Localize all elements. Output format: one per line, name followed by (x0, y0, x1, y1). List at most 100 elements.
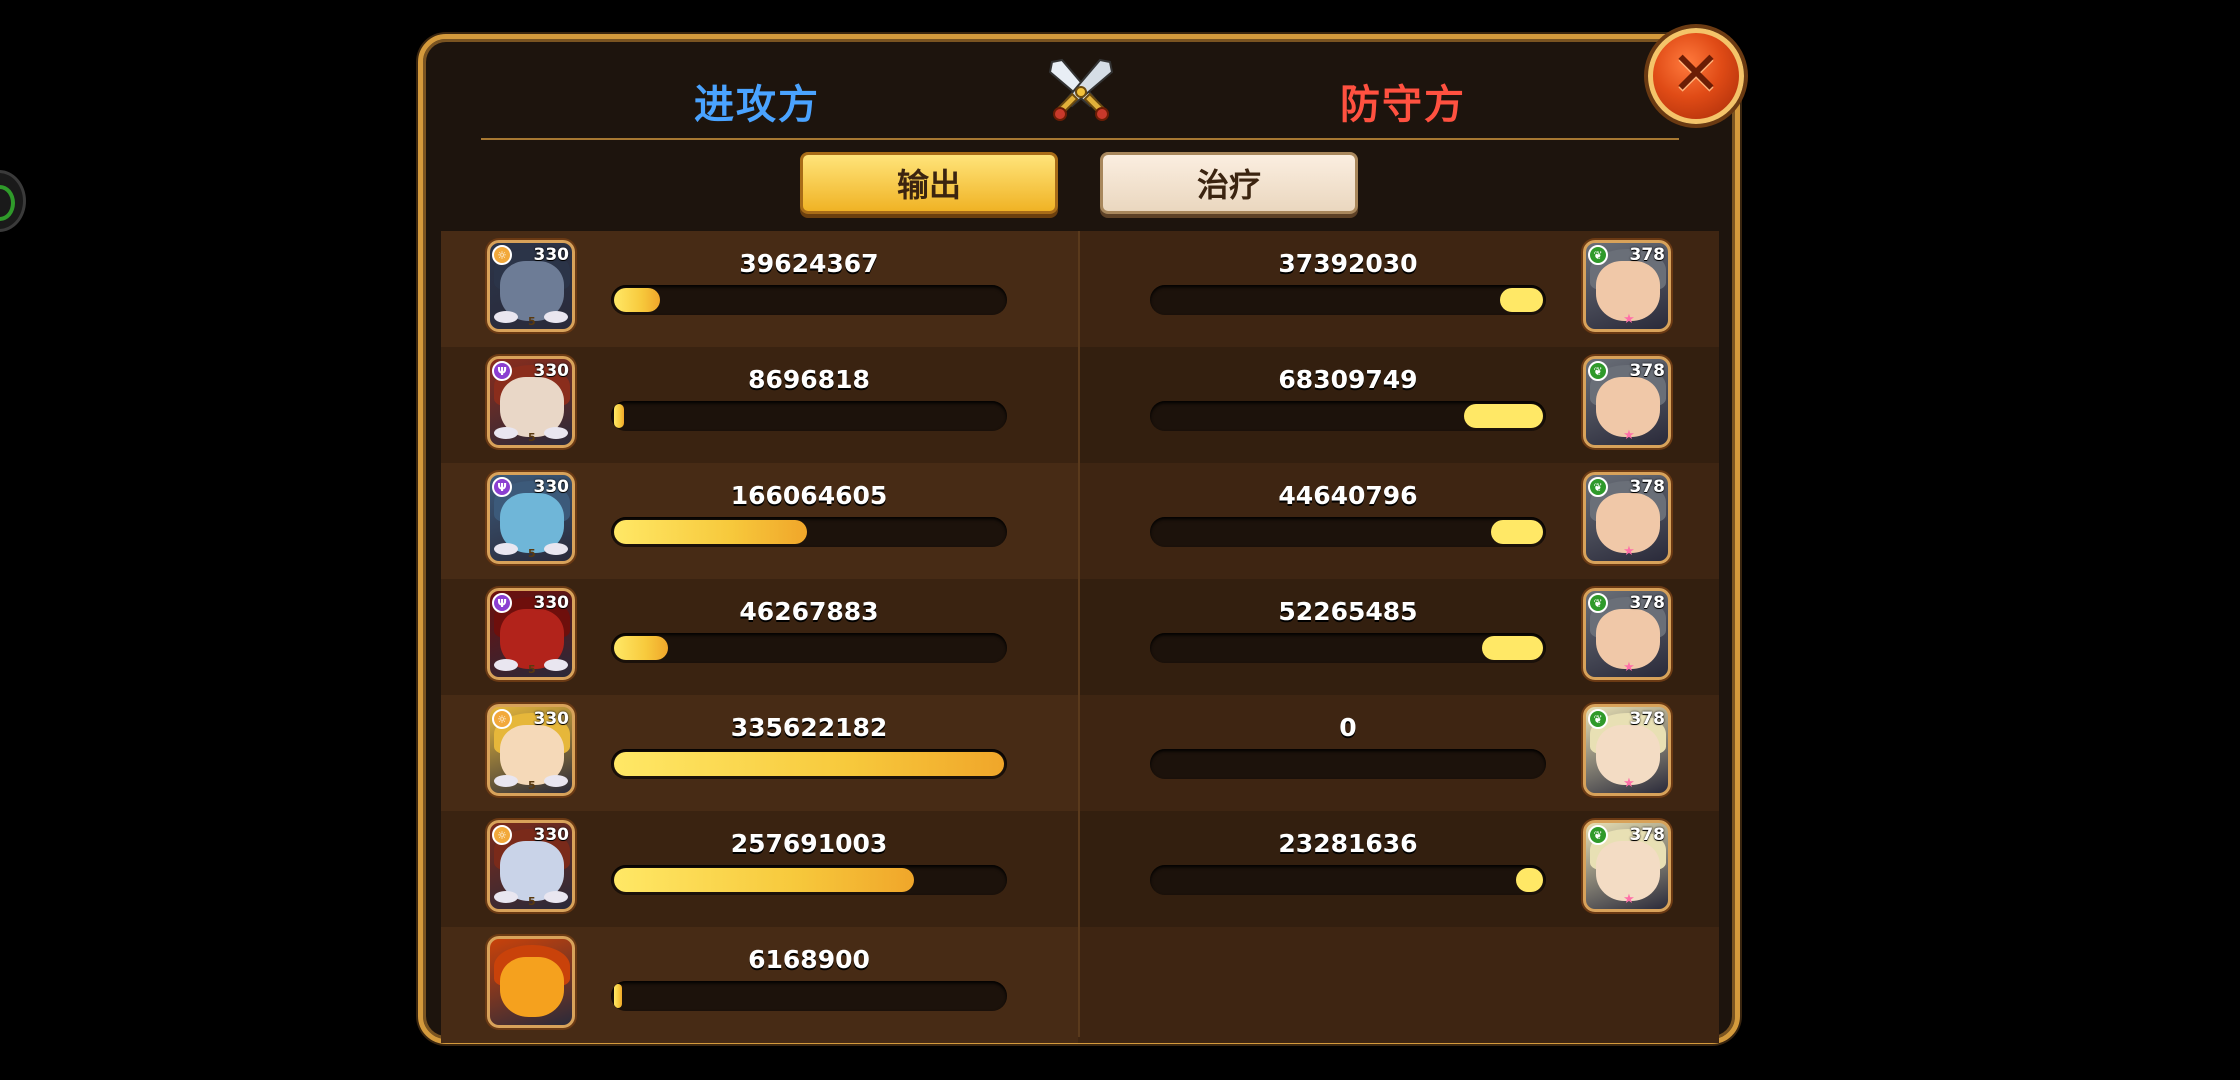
attacker-damage-value: 335622182 (730, 713, 888, 742)
attacker-damage-bar (611, 401, 1007, 431)
attacker-portrait[interactable]: Ψ 330 5 (487, 356, 575, 448)
side-floating-button[interactable] (0, 170, 26, 232)
table-row: Ψ 330 5 8696818 68309749 ❦ 378 ★ (441, 347, 1719, 463)
damage-bar-fill (614, 636, 668, 660)
hero-level: 330 (533, 477, 570, 497)
damage-bar-fill (614, 868, 914, 892)
defender-title: 防守方 (1340, 82, 1466, 128)
hero-level: 330 (533, 593, 570, 613)
wing-decoration (494, 543, 518, 555)
hero-level: 330 (533, 825, 570, 845)
hero-level: 330 (533, 361, 570, 381)
wing-decoration (494, 659, 518, 671)
defender-damage-bar (1150, 285, 1546, 315)
damage-bar-fill (614, 752, 1004, 776)
light-faction-icon: ☼ (492, 825, 512, 845)
attacker-damage-bar (611, 285, 1007, 315)
defender-damage-value: 44640796 (1278, 481, 1418, 510)
wing-decoration (494, 311, 518, 323)
close-button[interactable]: ✕ (1648, 28, 1744, 124)
damage-bar-fill (1516, 868, 1543, 892)
forest-faction-icon: ❦ (1588, 361, 1608, 381)
attacker-portrait[interactable]: ☼ 330 5 (487, 240, 575, 332)
attacker-portrait[interactable]: ☼ 330 5 (487, 704, 575, 796)
table-row: ☼ 330 5 335622182 0 ❦ 378 ★ (441, 695, 1719, 811)
light-faction-icon: ☼ (492, 709, 512, 729)
attacker-portrait[interactable] (487, 936, 575, 1028)
attacker-damage-value: 39624367 (739, 249, 879, 278)
damage-bar-fill (1500, 288, 1543, 312)
hero-level: 378 (1629, 245, 1666, 265)
hero-face (500, 957, 564, 1017)
defender-portrait[interactable]: ❦ 378 ★ (1583, 820, 1671, 912)
table-row: 6168900 (441, 927, 1719, 1043)
attacker-damage-value: 257691003 (730, 829, 888, 858)
header-divider (481, 138, 1679, 140)
wing-decoration (494, 427, 518, 439)
defender-damage-bar (1150, 517, 1546, 547)
star-count: 5 (528, 431, 536, 444)
wing-decoration (544, 311, 568, 323)
defender-damage-value: 52265485 (1278, 597, 1418, 626)
attacker-portrait[interactable]: Ψ 330 5 (487, 472, 575, 564)
damage-bar-fill (614, 288, 660, 312)
attacker-damage-value: 6168900 (748, 945, 870, 974)
damage-bar-fill (614, 520, 807, 544)
row-right-half (1078, 927, 1719, 1043)
crossed-swords-icon (1048, 58, 1114, 121)
forest-faction-icon: ❦ (1588, 477, 1608, 497)
wing-decoration (544, 543, 568, 555)
dark-faction-icon: Ψ (492, 361, 512, 381)
attacker-damage-value: 8696818 (748, 365, 870, 394)
tab-output[interactable]: 输出 (800, 152, 1058, 214)
star-count: 5 (528, 547, 536, 560)
defender-damage-value: 0 (1339, 713, 1357, 742)
center-divider (1078, 231, 1080, 1037)
attacker-portrait[interactable]: Ψ 330 5 (487, 588, 575, 680)
hero-level: 378 (1629, 477, 1666, 497)
damage-bar-fill (614, 984, 622, 1008)
hero-level: 330 (533, 709, 570, 729)
defender-damage-bar (1150, 633, 1546, 663)
forest-faction-icon: ❦ (1588, 593, 1608, 613)
wing-decoration (544, 775, 568, 787)
hero-level: 330 (533, 245, 570, 265)
defender-damage-value: 68309749 (1278, 365, 1418, 394)
damage-table: ☼ 330 5 39624367 37392030 ❦ 378 ★ Ψ 330 5 8696818 68… (441, 231, 1719, 1043)
wing-decoration (544, 659, 568, 671)
wing-decoration (544, 427, 568, 439)
wing-decoration (494, 891, 518, 903)
defender-damage-bar (1150, 749, 1546, 779)
pink-star-icon: ★ (1623, 428, 1635, 443)
defender-portrait[interactable]: ❦ 378 ★ (1583, 704, 1671, 796)
table-row: Ψ 330 5 166064605 44640796 ❦ 378 ★ (441, 463, 1719, 579)
wing-decoration (494, 775, 518, 787)
defender-portrait[interactable]: ❦ 378 ★ (1583, 356, 1671, 448)
defender-portrait[interactable]: ❦ 378 ★ (1583, 472, 1671, 564)
wing-decoration (544, 891, 568, 903)
damage-bar-fill (614, 404, 624, 428)
tab-heal[interactable]: 治疗 (1100, 152, 1358, 214)
attacker-portrait[interactable]: ☼ 330 5 (487, 820, 575, 912)
defender-portrait[interactable]: ❦ 378 ★ (1583, 240, 1671, 332)
defender-portrait[interactable]: ❦ 378 ★ (1583, 588, 1671, 680)
attacker-damage-bar (611, 865, 1007, 895)
forest-faction-icon: ❦ (1588, 709, 1608, 729)
table-row: ☼ 330 5 257691003 23281636 ❦ 378 ★ (441, 811, 1719, 927)
attacker-title: 进攻方 (694, 82, 820, 128)
attacker-damage-value: 46267883 (739, 597, 879, 626)
damage-bar-fill (1491, 520, 1543, 544)
pink-star-icon: ★ (1623, 660, 1635, 675)
dark-faction-icon: Ψ (492, 593, 512, 613)
close-x-icon: ✕ (1670, 39, 1722, 109)
attacker-damage-value: 166064605 (730, 481, 888, 510)
pink-star-icon: ★ (1623, 892, 1635, 907)
hero-level: 378 (1629, 593, 1666, 613)
hero-level: 378 (1629, 709, 1666, 729)
pink-star-icon: ★ (1623, 312, 1635, 327)
attacker-damage-bar (611, 517, 1007, 547)
star-count: 5 (528, 779, 536, 792)
defender-damage-value: 37392030 (1278, 249, 1418, 278)
star-count: 5 (528, 663, 536, 676)
hero-level: 378 (1629, 825, 1666, 845)
